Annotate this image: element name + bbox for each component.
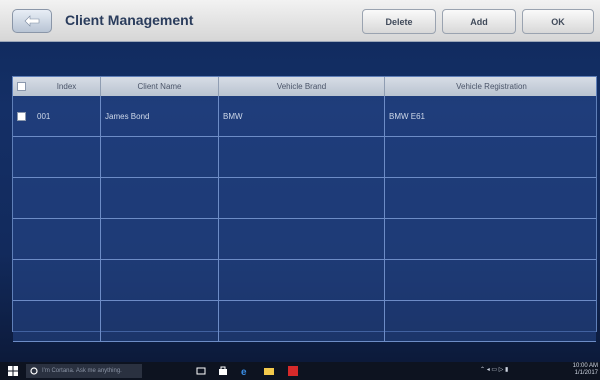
cell-vehicle-registration <box>385 137 598 178</box>
column-header-vehicle-brand[interactable]: Vehicle Brand <box>219 77 385 96</box>
cell-index <box>33 137 101 178</box>
cell-client-name <box>101 219 219 260</box>
cell-vehicle-registration <box>385 260 598 301</box>
cell-select <box>13 219 33 260</box>
cell-vehicle-brand <box>219 219 385 260</box>
cell-client-name <box>101 178 219 219</box>
cell-index: 001 <box>33 96 101 137</box>
row-checkbox[interactable] <box>17 112 26 121</box>
cell-select <box>13 137 33 178</box>
table-row[interactable] <box>13 260 596 301</box>
table-header: Index Client Name Vehicle Brand Vehicle … <box>13 77 596 96</box>
cortana-circle-icon <box>30 367 38 375</box>
column-header-index[interactable]: Index <box>33 77 101 96</box>
cell-select <box>13 260 33 301</box>
cell-index <box>33 219 101 260</box>
cell-vehicle-brand <box>219 137 385 178</box>
ok-button[interactable]: OK <box>522 9 594 34</box>
system-tray-icons[interactable]: ⌃ ◂ ▭ ▷ ▮ <box>480 366 508 376</box>
cell-client-name <box>101 301 219 342</box>
cell-client-name <box>101 137 219 178</box>
cell-vehicle-brand <box>219 178 385 219</box>
edge-icon[interactable]: e <box>240 366 250 376</box>
cell-vehicle-registration <box>385 301 598 342</box>
cell-index <box>33 178 101 219</box>
table-row[interactable] <box>13 301 596 342</box>
back-arrow-icon <box>24 15 40 27</box>
cell-index <box>33 260 101 301</box>
table-row[interactable] <box>13 219 596 260</box>
add-button[interactable]: Add <box>442 9 516 34</box>
cell-client-name <box>101 260 219 301</box>
table-row[interactable] <box>13 137 596 178</box>
windows-start-icon[interactable] <box>8 366 18 376</box>
cell-vehicle-brand <box>219 301 385 342</box>
cell-vehicle-registration <box>385 178 598 219</box>
delete-button[interactable]: Delete <box>362 9 436 34</box>
tray-time: 10:00 AM <box>572 363 598 369</box>
page-title: Client Management <box>65 12 194 28</box>
search-placeholder: I'm Cortana. Ask me anything. <box>42 368 122 374</box>
app-icon[interactable] <box>288 366 298 376</box>
cell-vehicle-brand <box>219 260 385 301</box>
store-icon[interactable] <box>218 366 228 376</box>
cell-select <box>13 96 33 137</box>
app-screen: Client Management Delete Add OK Index Cl… <box>0 0 600 362</box>
cell-vehicle-registration <box>385 219 598 260</box>
cell-index <box>33 301 101 342</box>
back-button[interactable] <box>12 9 52 33</box>
tray-clock[interactable]: 10:00 AM 1/1/2017 <box>570 363 598 376</box>
client-table: Index Client Name Vehicle Brand Vehicle … <box>12 76 597 342</box>
cell-client-name: James Bond <box>101 96 219 137</box>
select-all-checkbox[interactable] <box>17 82 26 91</box>
cell-vehicle-brand: BMW <box>219 96 385 137</box>
table-row[interactable] <box>13 178 596 219</box>
windows-taskbar: I'm Cortana. Ask me anything. e ⌃ ◂ ▭ ▷ … <box>0 362 600 380</box>
file-explorer-icon[interactable] <box>264 366 274 376</box>
cell-select <box>13 178 33 219</box>
svg-text:e: e <box>241 367 247 376</box>
task-view-icon[interactable] <box>196 366 206 376</box>
tray-date: 1/1/2017 <box>574 370 598 376</box>
cortana-search-box[interactable]: I'm Cortana. Ask me anything. <box>26 364 142 378</box>
column-header-vehicle-registration[interactable]: Vehicle Registration <box>385 77 598 96</box>
select-all-cell <box>13 77 33 96</box>
cell-select <box>13 301 33 342</box>
cell-vehicle-registration: BMW E61 <box>389 112 426 121</box>
table-row[interactable]: 001 James Bond BMW BMW E61 <box>13 96 596 137</box>
column-header-client-name[interactable]: Client Name <box>101 77 219 96</box>
top-toolbar: Client Management Delete Add OK <box>0 0 600 42</box>
